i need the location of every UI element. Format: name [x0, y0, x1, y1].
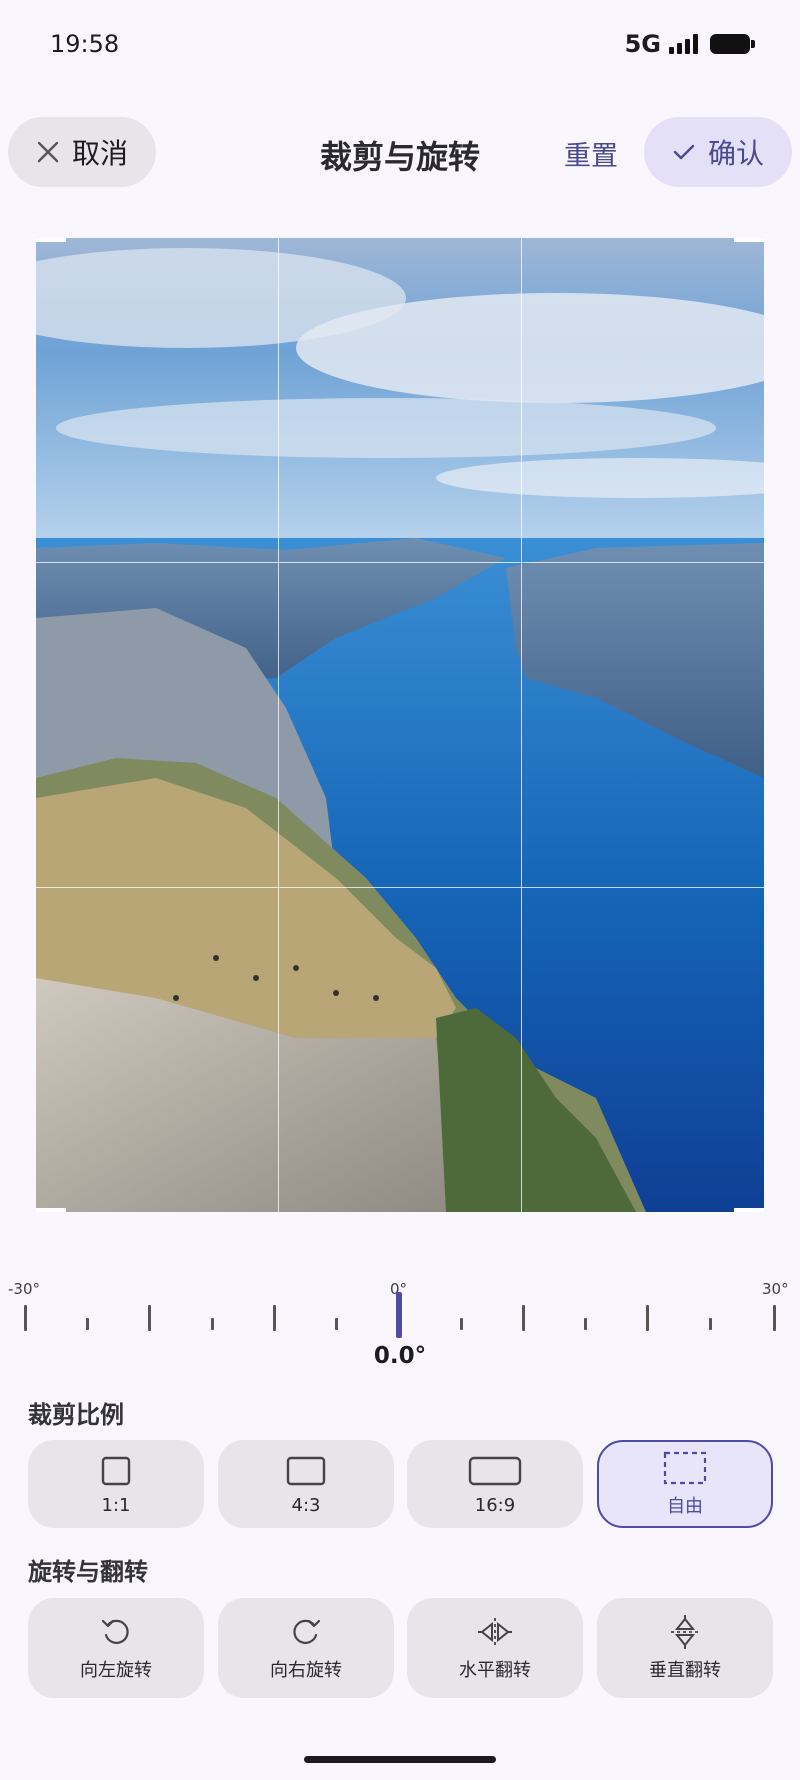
ratio-label: 4:3 [291, 1494, 321, 1516]
crop-area[interactable] [36, 238, 764, 1212]
cancel-label: 取消 [71, 137, 128, 170]
rotation-angle-value: 0.0° [373, 1343, 427, 1369]
ruler-min-label: -30° [8, 1280, 40, 1298]
photo-preview [36, 238, 764, 1212]
network-label: 5G [624, 30, 661, 58]
ruler-tick [24, 1305, 27, 1331]
rect-16-9-icon [468, 1453, 522, 1489]
confirm-button[interactable]: 确认 [644, 117, 792, 187]
free-crop-icon [663, 1450, 707, 1486]
flip-horizontal-button[interactable]: 水平翻转 [407, 1598, 583, 1698]
rotate-left-icon [99, 1614, 133, 1650]
ruler-tick [211, 1318, 214, 1330]
transform-label: 垂直翻转 [649, 1660, 721, 1681]
ruler-tick [773, 1305, 776, 1331]
status-indicators: 5G [624, 30, 755, 58]
rotation-ruler[interactable]: -30° 0° 30° [8, 1280, 789, 1340]
ruler-tick [646, 1305, 649, 1331]
crop-handle-top-right[interactable] [734, 238, 764, 242]
ratio-label: 自由 [667, 1496, 703, 1517]
square-icon [101, 1453, 131, 1489]
rotate-right-icon [289, 1614, 323, 1650]
rotate-left-button[interactable]: 向左旋转 [28, 1598, 204, 1698]
ruler-tick [709, 1318, 712, 1330]
flip-vertical-button[interactable]: 垂直翻转 [597, 1598, 773, 1698]
ratio-1-1-button[interactable]: 1:1 [28, 1440, 204, 1528]
transform-label: 向左旋转 [80, 1660, 152, 1681]
ruler-tick [273, 1305, 276, 1331]
transform-label: 向右旋转 [270, 1660, 342, 1681]
transform-title: 旋转与翻转 [28, 1558, 148, 1586]
crop-ratio-title: 裁剪比例 [28, 1401, 124, 1429]
grid-line-h2 [36, 887, 764, 888]
crop-handle-bottom-right[interactable] [734, 1208, 764, 1212]
signal-icon [669, 34, 698, 54]
cancel-button[interactable]: 取消 [8, 117, 156, 187]
ruler-tick [460, 1318, 463, 1330]
ruler-tick [335, 1318, 338, 1330]
rotate-right-button[interactable]: 向右旋转 [218, 1598, 394, 1698]
confirm-label: 确认 [707, 137, 764, 170]
ratio-label: 16:9 [474, 1494, 516, 1516]
ruler-current-indicator[interactable] [396, 1292, 402, 1338]
battery-icon [710, 34, 755, 54]
close-icon [37, 141, 59, 163]
transform-label: 水平翻转 [459, 1660, 531, 1681]
crop-handle-top-left[interactable] [36, 238, 66, 242]
grid-line-h1 [36, 562, 764, 563]
ratio-16-9-button[interactable]: 16:9 [407, 1440, 583, 1528]
home-indicator[interactable] [304, 1756, 496, 1763]
grid-line-v1 [278, 238, 279, 1212]
ratio-free-button[interactable]: 自由 [597, 1440, 773, 1528]
ratio-label: 1:1 [101, 1494, 131, 1516]
crop-handle-bottom-left[interactable] [36, 1208, 66, 1212]
ruler-tick [522, 1305, 525, 1331]
check-icon [673, 144, 695, 160]
status-time: 19:58 [50, 30, 120, 58]
ratio-4-3-button[interactable]: 4:3 [218, 1440, 394, 1528]
ruler-tick [148, 1305, 151, 1331]
rect-4-3-icon [286, 1453, 326, 1489]
ruler-tick [584, 1318, 587, 1330]
flip-vertical-icon [668, 1614, 702, 1650]
reset-button[interactable]: 重置 [556, 130, 626, 176]
flip-horizontal-icon [476, 1614, 514, 1650]
grid-line-v2 [521, 238, 522, 1212]
ruler-max-label: 30° [762, 1280, 789, 1298]
ruler-tick [86, 1318, 89, 1330]
